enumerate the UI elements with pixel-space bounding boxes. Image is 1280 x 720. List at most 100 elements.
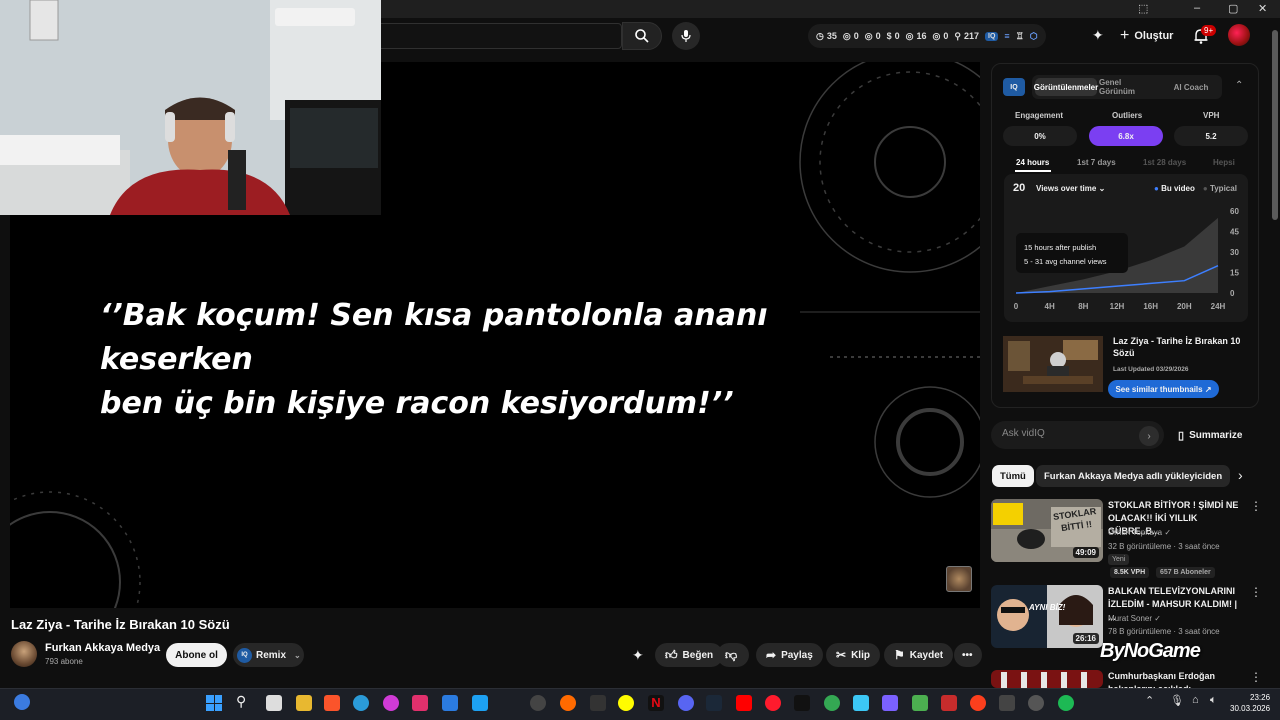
widgets-icon[interactable] <box>14 694 30 710</box>
extensions-icon[interactable]: ⬚ <box>1138 2 1148 15</box>
trophy-icon[interactable]: ♖ <box>1016 31 1024 42</box>
app-icon[interactable] <box>853 695 869 711</box>
edge-icon[interactable] <box>353 695 369 711</box>
chevron-right-icon: › <box>1147 430 1151 442</box>
more-vertical-icon[interactable]: ⋮ <box>1250 499 1262 513</box>
instagram-icon[interactable] <box>412 695 428 711</box>
views-dropdown[interactable]: Views over time ⌄ <box>1036 184 1105 193</box>
chip-all[interactable]: Tümü <box>992 465 1034 487</box>
youtube-icon[interactable] <box>736 695 752 711</box>
speedtest-icon[interactable] <box>530 695 546 711</box>
recommendation-channel[interactable]: Orhun Topkaya ✓ <box>1108 528 1171 537</box>
recommendation-title-line-1: Cumhurbaşkanı Erdoğan <box>1108 671 1216 681</box>
opera-icon[interactable] <box>765 695 781 711</box>
recommendation-thumbnail[interactable]: AYNI BİZ! 26:16 <box>991 585 1103 648</box>
period-24h[interactable]: 24 hours <box>1016 158 1049 167</box>
yandex-icon[interactable] <box>970 695 986 711</box>
chevron-up-icon[interactable]: ⌃ <box>1145 694 1154 707</box>
list-icon[interactable]: ≡ <box>1004 31 1009 41</box>
app-icon[interactable] <box>912 695 928 711</box>
page-scrollbar[interactable] <box>1272 30 1278 220</box>
twitter-icon[interactable] <box>472 695 488 711</box>
snapchat-icon[interactable] <box>618 695 634 711</box>
search-button[interactable] <box>622 22 662 50</box>
period-28d[interactable]: 1st 28 days <box>1143 158 1186 167</box>
like-button[interactable]: 👍︎ Beğen <box>655 643 724 667</box>
share-button[interactable]: ➦ Paylaş <box>756 643 823 667</box>
more-actions-button[interactable]: ••• <box>954 643 982 667</box>
close-window-button[interactable]: ✕ <box>1258 2 1267 15</box>
create-button[interactable]: + Oluştur <box>1120 24 1173 48</box>
media-player-icon[interactable] <box>383 695 399 711</box>
discord-icon[interactable] <box>678 695 694 711</box>
chip-from-uploader[interactable]: Furkan Akkaya Medya adlı yükleyiciden <box>1036 465 1231 487</box>
subscribe-button[interactable]: Abone ol <box>166 643 227 667</box>
microphone-icon[interactable]: 🎙︎ <box>1170 694 1184 707</box>
chevron-right-icon[interactable]: › <box>1238 467 1243 483</box>
tab-overview[interactable]: Genel Görünüm <box>1099 78 1159 96</box>
minimize-button[interactable]: – <box>1194 2 1200 14</box>
recommendation-thumbnail[interactable] <box>991 670 1103 688</box>
video-thumbnail[interactable] <box>1003 336 1103 392</box>
save-button[interactable]: ⚑ Kaydet <box>884 643 954 667</box>
book-icon: ▯ <box>1178 430 1185 442</box>
copilot-icon[interactable] <box>882 695 898 711</box>
more-vertical-icon[interactable]: ⋮ <box>1250 585 1262 599</box>
ask-submit-button[interactable]: › <box>1139 426 1159 446</box>
vidiq-icon: IQ <box>237 647 252 663</box>
network-icon[interactable]: ⌂ <box>1192 694 1199 706</box>
x-tick-label: 24H <box>1211 302 1226 311</box>
taskbar-search-icon[interactable]: ⚲ <box>236 693 246 710</box>
clip-button[interactable]: ✂ Klip <box>826 643 880 667</box>
remix-button[interactable]: IQ Remix ⌄ <box>233 643 304 667</box>
account-avatar[interactable] <box>1228 24 1250 46</box>
start-icon[interactable] <box>206 695 222 711</box>
netflix-icon[interactable]: N <box>648 695 664 711</box>
chrome-icon[interactable] <box>824 695 840 711</box>
epic-games-icon[interactable] <box>590 695 606 711</box>
spotify-icon[interactable] <box>1058 695 1074 711</box>
stat-item: ◷ 35 <box>816 30 837 42</box>
tiktok-icon[interactable] <box>794 695 810 711</box>
volume-icon[interactable]: 🔈︎ <box>1210 694 1217 707</box>
app-icon[interactable] <box>560 695 576 711</box>
file-explorer-icon[interactable] <box>296 695 312 711</box>
period-all[interactable]: Hepsi <box>1213 158 1235 167</box>
search-input[interactable] <box>380 23 622 49</box>
recommendation-thumbnail[interactable]: STOKLAR BİTTİ !! 49:09 <box>991 499 1103 562</box>
dollar-icon: $ <box>886 31 892 41</box>
steam-icon[interactable] <box>706 695 722 711</box>
magic-icon[interactable]: ✦ <box>1092 27 1104 44</box>
video-watermark-avatar[interactable] <box>946 566 972 592</box>
channel-avatar[interactable] <box>11 641 37 667</box>
more-vertical-icon[interactable]: ⋮ <box>1250 670 1262 684</box>
summarize-button[interactable]: ▯ Summarize <box>1178 429 1242 442</box>
period-7d[interactable]: 1st 7 days <box>1077 158 1116 167</box>
chevron-down-icon: ⌄ <box>1098 184 1106 193</box>
taskbar-clock[interactable]: 23:26 30.03.2026 <box>1230 692 1270 714</box>
task-view-icon[interactable] <box>266 695 282 711</box>
store-icon[interactable] <box>442 695 458 711</box>
settings-icon[interactable] <box>1028 695 1044 711</box>
vidiq-icon[interactable]: IQ <box>985 31 999 41</box>
brave-icon[interactable] <box>324 695 340 711</box>
magic-icon[interactable]: ✦ <box>632 647 644 664</box>
app-icon[interactable] <box>999 695 1015 711</box>
badge-icon[interactable]: ⬡ <box>1030 31 1038 42</box>
stat-item: ◎ 0 <box>864 30 881 42</box>
tab-ai-coach[interactable]: AI Coach <box>1163 78 1219 96</box>
channel-name[interactable]: Furkan Akkaya Medya <box>45 642 160 654</box>
dislike-button[interactable]: 👎︎ <box>717 643 749 667</box>
video-duration: 49:09 <box>1072 547 1099 558</box>
webcam-scene <box>0 0 381 215</box>
eye-icon: ◎ <box>842 30 851 41</box>
vidiq-stats-bar[interactable]: ◷ 35 ◎ 0 ◎ 0 $0 ◎ 16 ◎ 0 ⚲ 217 IQ ≡ ♖ ⬡ <box>808 24 1046 48</box>
chevron-down-icon: ⌄ <box>294 650 301 660</box>
voice-search-button[interactable] <box>672 22 700 50</box>
see-similar-thumbnails-button[interactable]: See similar thumbnails ↗ <box>1108 380 1219 398</box>
tab-views[interactable]: Görüntülenmeler <box>1034 78 1098 96</box>
app-icon[interactable] <box>941 695 957 711</box>
maximize-button[interactable]: ▢ <box>1228 2 1238 15</box>
recommendation-channel[interactable]: Murat Soner ✓ <box>1108 614 1161 623</box>
collapse-icon[interactable]: ⌃ <box>1235 80 1243 91</box>
